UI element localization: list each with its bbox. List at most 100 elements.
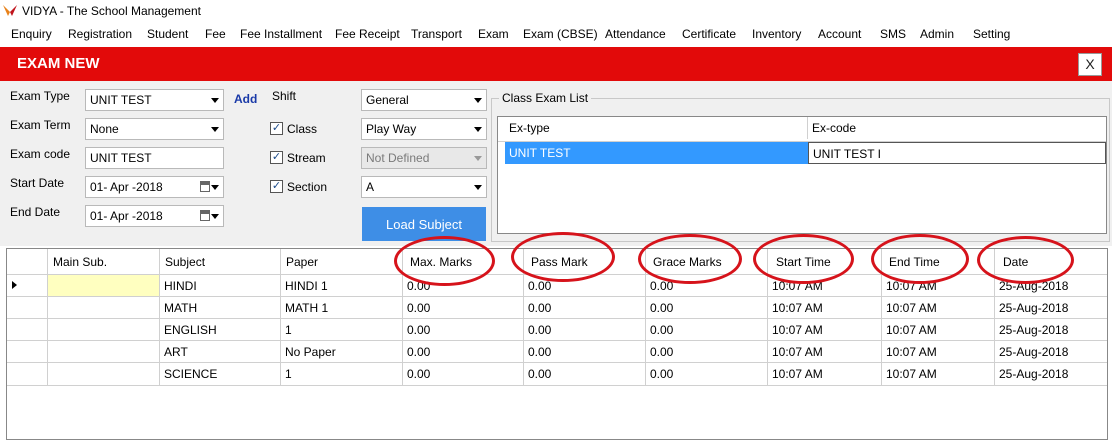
grace-marks-cell[interactable]: 0.00 (646, 341, 768, 363)
table-row[interactable]: ENGLISH 1 0.00 0.00 0.00 10:07 AM 10:07 … (7, 318, 1107, 341)
end-date-picker[interactable]: 01- Apr -2018 (85, 205, 224, 227)
paper-cell[interactable]: 1 (281, 363, 403, 385)
max-marks-cell[interactable]: 0.00 (403, 319, 524, 341)
stream-checkbox[interactable]: ✓ (270, 151, 283, 164)
menu-account[interactable]: Account (818, 27, 861, 41)
menu-exam-cbse[interactable]: Exam (CBSE) (523, 27, 598, 41)
main-sub-cell[interactable] (48, 319, 160, 341)
date-cell[interactable]: 25-Aug-2018 (995, 341, 1107, 363)
close-button[interactable]: X (1078, 53, 1102, 76)
grace-marks-cell[interactable]: 0.00 (646, 275, 768, 297)
exam-type-select[interactable]: UNIT TEST (85, 89, 224, 111)
start-time-cell[interactable]: 10:07 AM (768, 297, 882, 319)
column-header-ex-type[interactable]: Ex-type (505, 117, 808, 139)
current-row-arrow-icon (12, 281, 17, 289)
menu-enquiry[interactable]: Enquiry (11, 27, 52, 41)
end-time-cell[interactable]: 10:07 AM (882, 363, 995, 385)
menu-fee[interactable]: Fee (205, 27, 226, 41)
column-header-subject[interactable]: Subject (160, 249, 281, 274)
class-checkbox[interactable]: ✓ (270, 122, 283, 135)
column-header-start-time[interactable]: Start Time (768, 249, 882, 274)
subject-cell[interactable]: ART (160, 341, 281, 363)
pass-mark-cell[interactable]: 0.00 (524, 363, 646, 385)
start-time-cell[interactable]: 10:07 AM (768, 363, 882, 385)
row-header[interactable] (7, 319, 48, 341)
add-exam-type-link[interactable]: Add (234, 92, 257, 106)
grace-marks-cell[interactable]: 0.00 (646, 297, 768, 319)
end-time-cell[interactable]: 10:07 AM (882, 319, 995, 341)
date-cell[interactable]: 25-Aug-2018 (995, 363, 1107, 385)
max-marks-cell[interactable]: 0.00 (403, 341, 524, 363)
menu-attendance[interactable]: Attendance (605, 27, 666, 41)
column-header-main-sub[interactable]: Main Sub. (48, 249, 160, 274)
paper-cell[interactable]: 1 (281, 319, 403, 341)
load-subject-button[interactable]: Load Subject (362, 207, 486, 241)
menu-fee-installment[interactable]: Fee Installment (240, 27, 322, 41)
grace-marks-cell[interactable]: 0.00 (646, 319, 768, 341)
menu-registration[interactable]: Registration (68, 27, 132, 41)
max-marks-cell[interactable]: 0.00 (403, 297, 524, 319)
table-row[interactable]: UNIT TEST UNIT TEST I (505, 142, 1106, 164)
menu-exam[interactable]: Exam (478, 27, 509, 41)
paper-cell[interactable]: HINDI 1 (281, 275, 403, 297)
menu-admin[interactable]: Admin (920, 27, 954, 41)
menu-student[interactable]: Student (147, 27, 188, 41)
start-time-cell[interactable]: 10:07 AM (768, 319, 882, 341)
column-header-pass-mark[interactable]: Pass Mark (524, 249, 646, 274)
table-row[interactable]: HINDI HINDI 1 0.00 0.00 0.00 10:07 AM 10… (7, 274, 1107, 297)
max-marks-cell[interactable]: 0.00 (403, 363, 524, 385)
column-header-max-marks[interactable]: Max. Marks (403, 249, 524, 274)
column-header-grace-marks[interactable]: Grace Marks (646, 249, 768, 274)
pass-mark-cell[interactable]: 0.00 (524, 341, 646, 363)
section-checkbox[interactable]: ✓ (270, 180, 283, 193)
exam-term-select[interactable]: None (85, 118, 224, 140)
table-row[interactable]: ART No Paper 0.00 0.00 0.00 10:07 AM 10:… (7, 340, 1107, 363)
class-select[interactable]: Play Way (361, 118, 487, 140)
subject-cell[interactable]: HINDI (160, 275, 281, 297)
menu-setting[interactable]: Setting (973, 27, 1010, 41)
end-time-cell[interactable]: 10:07 AM (882, 341, 995, 363)
menu-sms[interactable]: SMS (880, 27, 906, 41)
row-header[interactable] (7, 297, 48, 319)
paper-cell[interactable]: MATH 1 (281, 297, 403, 319)
class-exam-list-title: Class Exam List (499, 91, 592, 105)
column-header-date[interactable]: Date (995, 249, 1107, 274)
row-header[interactable] (7, 363, 48, 385)
table-row[interactable]: SCIENCE 1 0.00 0.00 0.00 10:07 AM 10:07 … (7, 362, 1107, 386)
subject-cell[interactable]: ENGLISH (160, 319, 281, 341)
menu-transport[interactable]: Transport (411, 27, 462, 41)
shift-select[interactable]: General (361, 89, 487, 111)
subject-cell[interactable]: MATH (160, 297, 281, 319)
menu-inventory[interactable]: Inventory (752, 27, 801, 41)
grace-marks-cell[interactable]: 0.00 (646, 363, 768, 385)
start-time-cell[interactable]: 10:07 AM (768, 341, 882, 363)
date-cell[interactable]: 25-Aug-2018 (995, 297, 1107, 319)
section-select[interactable]: A (361, 176, 487, 198)
date-cell[interactable]: 25-Aug-2018 (995, 319, 1107, 341)
column-header-paper[interactable]: Paper (281, 249, 403, 274)
end-time-cell[interactable]: 10:07 AM (882, 297, 995, 319)
menu-certificate[interactable]: Certificate (682, 27, 736, 41)
exam-code-input[interactable]: UNIT TEST (85, 147, 224, 169)
main-sub-cell[interactable] (48, 297, 160, 319)
menu-fee-receipt[interactable]: Fee Receipt (335, 27, 400, 41)
paper-cell[interactable]: No Paper (281, 341, 403, 363)
start-date-picker[interactable]: 01- Apr -2018 (85, 176, 224, 198)
subject-cell[interactable]: SCIENCE (160, 363, 281, 385)
start-time-cell[interactable]: 10:07 AM (768, 275, 882, 297)
pass-mark-cell[interactable]: 0.00 (524, 297, 646, 319)
pass-mark-cell[interactable]: 0.00 (524, 275, 646, 297)
max-marks-cell[interactable]: 0.00 (403, 275, 524, 297)
main-sub-cell[interactable] (48, 275, 160, 297)
main-sub-cell[interactable] (48, 363, 160, 385)
end-time-cell[interactable]: 10:07 AM (882, 275, 995, 297)
date-cell[interactable]: 25-Aug-2018 (995, 275, 1107, 297)
column-header-end-time[interactable]: End Time (882, 249, 995, 274)
row-header[interactable] (7, 341, 48, 363)
column-header-ex-code[interactable]: Ex-code (808, 117, 1106, 139)
table-row[interactable]: MATH MATH 1 0.00 0.00 0.00 10:07 AM 10:0… (7, 296, 1107, 319)
stream-select[interactable]: Not Defined (361, 147, 487, 169)
pass-mark-cell[interactable]: 0.00 (524, 319, 646, 341)
main-sub-cell[interactable] (48, 341, 160, 363)
row-header[interactable] (7, 275, 48, 297)
